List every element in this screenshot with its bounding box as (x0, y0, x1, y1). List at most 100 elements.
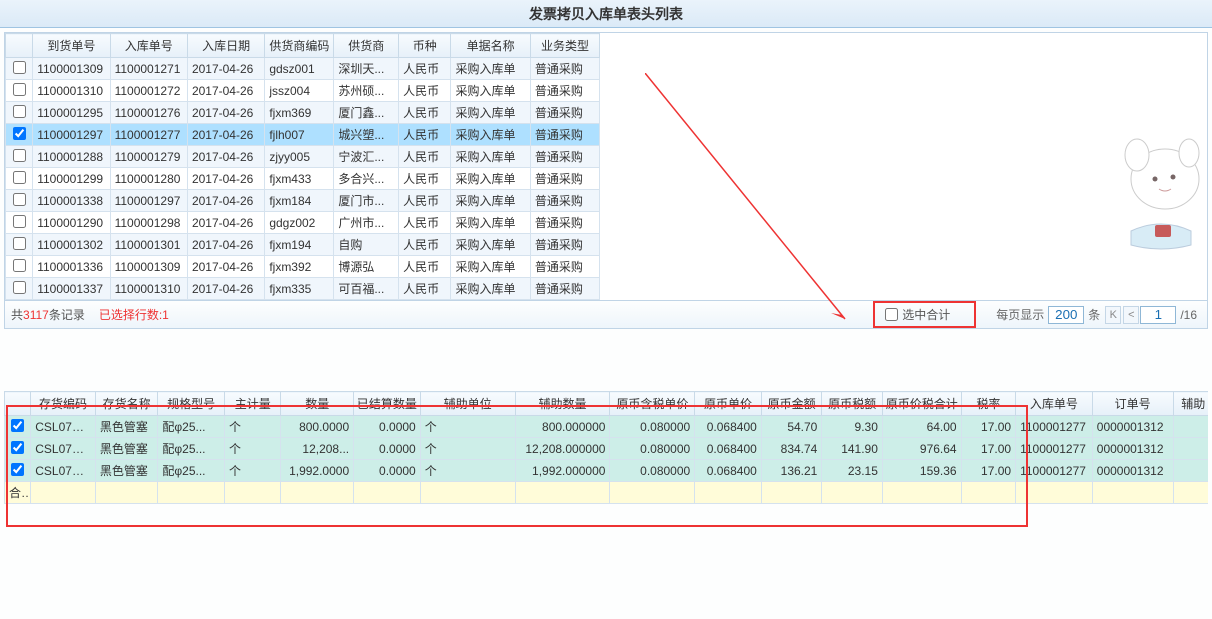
table-row[interactable]: 110000133611000013092017-04-26fjxm392博源弘… (6, 256, 600, 278)
cell[interactable]: 976.64 (882, 438, 961, 460)
first-page-button[interactable]: K (1105, 306, 1121, 324)
cell[interactable]: 黑色管塞 (95, 438, 158, 460)
row-checkbox[interactable] (13, 215, 26, 228)
cell[interactable]: 2017-04-26 (187, 190, 264, 212)
cell[interactable]: 采购入库单 (451, 256, 530, 278)
detail-grid[interactable]: 存货编码存货名称规格型号主计量数量已结算数量辅助单位辅助数量原币含税单价原币单价… (4, 391, 1208, 504)
column-header[interactable]: 原币价税合计 (882, 392, 961, 416)
cell[interactable]: 1100001297 (33, 124, 110, 146)
cell[interactable]: 64.00 (882, 416, 961, 438)
cell[interactable]: jssz004 (265, 80, 334, 102)
column-header[interactable]: 存货名称 (95, 392, 158, 416)
cell[interactable]: 1100001309 (110, 256, 187, 278)
column-header[interactable] (5, 392, 31, 416)
cell[interactable]: gdsz001 (265, 58, 334, 80)
cell[interactable]: 1,992.0000 (281, 460, 354, 482)
cell[interactable]: gdgz002 (265, 212, 334, 234)
row-checkbox[interactable] (13, 281, 26, 294)
cell[interactable]: 12,208.000000 (515, 438, 610, 460)
cell[interactable]: 0.068400 (695, 460, 762, 482)
cell[interactable]: 厦门市... (334, 190, 399, 212)
cell[interactable]: fjlh007 (265, 124, 334, 146)
cell[interactable]: 0000001312 (1092, 438, 1173, 460)
cell[interactable]: 个 (224, 438, 281, 460)
cell[interactable]: 博源弘 (334, 256, 399, 278)
cell[interactable]: 人民币 (399, 102, 451, 124)
row-checkbox[interactable] (13, 259, 26, 272)
cell[interactable]: 采购入库单 (451, 212, 530, 234)
cell[interactable]: 人民币 (399, 80, 451, 102)
cell[interactable]: 2017-04-26 (187, 124, 264, 146)
column-header[interactable] (6, 34, 33, 58)
cell[interactable]: 0.0000 (354, 460, 421, 482)
cell[interactable]: 2017-04-26 (187, 80, 264, 102)
cell[interactable]: 2017-04-26 (187, 58, 264, 80)
row-checkbox[interactable] (13, 105, 26, 118)
cell[interactable]: 采购入库单 (451, 124, 530, 146)
table-row[interactable]: 110000130911000012712017-04-26gdsz001深圳天… (6, 58, 600, 80)
row-checkbox[interactable] (13, 127, 26, 140)
cell[interactable]: 可百福... (334, 278, 399, 300)
cell[interactable]: 配φ25... (158, 416, 225, 438)
cell[interactable]: 普通采购 (530, 124, 599, 146)
cell[interactable]: 1100001309 (33, 58, 110, 80)
cell[interactable]: 1100001295 (33, 102, 110, 124)
cell[interactable]: zjyy005 (265, 146, 334, 168)
cell[interactable]: 1100001277 (1016, 438, 1093, 460)
page-number-input[interactable] (1140, 306, 1176, 324)
cell[interactable]: 1100001277 (110, 124, 187, 146)
cell[interactable]: 采购入库单 (451, 234, 530, 256)
cell[interactable]: 834.74 (761, 438, 822, 460)
cell[interactable]: 2017-04-26 (187, 168, 264, 190)
cell[interactable]: 1100001272 (110, 80, 187, 102)
cell[interactable]: 普通采购 (530, 256, 599, 278)
cell[interactable]: 普通采购 (530, 146, 599, 168)
cell[interactable]: 1100001338 (33, 190, 110, 212)
cell[interactable]: 采购入库单 (451, 146, 530, 168)
cell[interactable]: 2017-04-26 (187, 256, 264, 278)
column-header[interactable]: 入库日期 (187, 34, 264, 58)
cell[interactable]: 2017-04-26 (187, 102, 264, 124)
cell[interactable]: 800.000000 (515, 416, 610, 438)
row-checkbox[interactable] (13, 149, 26, 162)
cell[interactable]: 苏州硕... (334, 80, 399, 102)
cell[interactable]: 普通采购 (530, 58, 599, 80)
cell[interactable]: 1100001290 (33, 212, 110, 234)
column-header[interactable]: 单据名称 (451, 34, 530, 58)
cell[interactable]: 人民币 (399, 212, 451, 234)
cell[interactable]: 采购入库单 (451, 80, 530, 102)
cell[interactable]: 普通采购 (530, 190, 599, 212)
cell[interactable]: 城兴塑... (334, 124, 399, 146)
cell[interactable]: 普通采购 (530, 234, 599, 256)
cell[interactable]: 1100001302 (33, 234, 110, 256)
column-header[interactable]: 到货单号 (33, 34, 110, 58)
cell[interactable]: 1100001336 (33, 256, 110, 278)
row-checkbox[interactable] (11, 419, 24, 432)
column-header[interactable]: 主计量 (224, 392, 281, 416)
table-row[interactable]: 110000130211000013012017-04-26fjxm194自购人… (6, 234, 600, 256)
cell[interactable]: 0.080000 (610, 438, 695, 460)
sum-selected-box[interactable]: 选中合计 (873, 301, 976, 328)
cell[interactable]: 0.0000 (354, 438, 421, 460)
cell[interactable]: 配φ25... (158, 460, 225, 482)
column-header[interactable]: 辅助 (1173, 392, 1208, 416)
cell[interactable]: 9.30 (822, 416, 883, 438)
cell[interactable]: 个 (420, 460, 515, 482)
cell[interactable]: 0.068400 (695, 438, 762, 460)
cell[interactable]: 0000001312 (1092, 416, 1173, 438)
row-checkbox[interactable] (13, 61, 26, 74)
column-header[interactable]: 业务类型 (530, 34, 599, 58)
cell[interactable]: 个 (420, 416, 515, 438)
cell[interactable]: 人民币 (399, 58, 451, 80)
header-grid[interactable]: 到货单号入库单号入库日期供货商编码供货商币种单据名称业务类型 110000130… (5, 33, 600, 300)
row-checkbox[interactable] (13, 193, 26, 206)
cell[interactable]: 厦门鑫... (334, 102, 399, 124)
row-checkbox[interactable] (11, 463, 24, 476)
cell[interactable]: 141.90 (822, 438, 883, 460)
cell[interactable]: 2017-04-26 (187, 146, 264, 168)
column-header[interactable]: 供货商 (334, 34, 399, 58)
prev-page-button[interactable]: < (1123, 306, 1139, 324)
row-checkbox[interactable] (13, 83, 26, 96)
row-checkbox[interactable] (11, 441, 24, 454)
column-header[interactable]: 原币金额 (761, 392, 822, 416)
